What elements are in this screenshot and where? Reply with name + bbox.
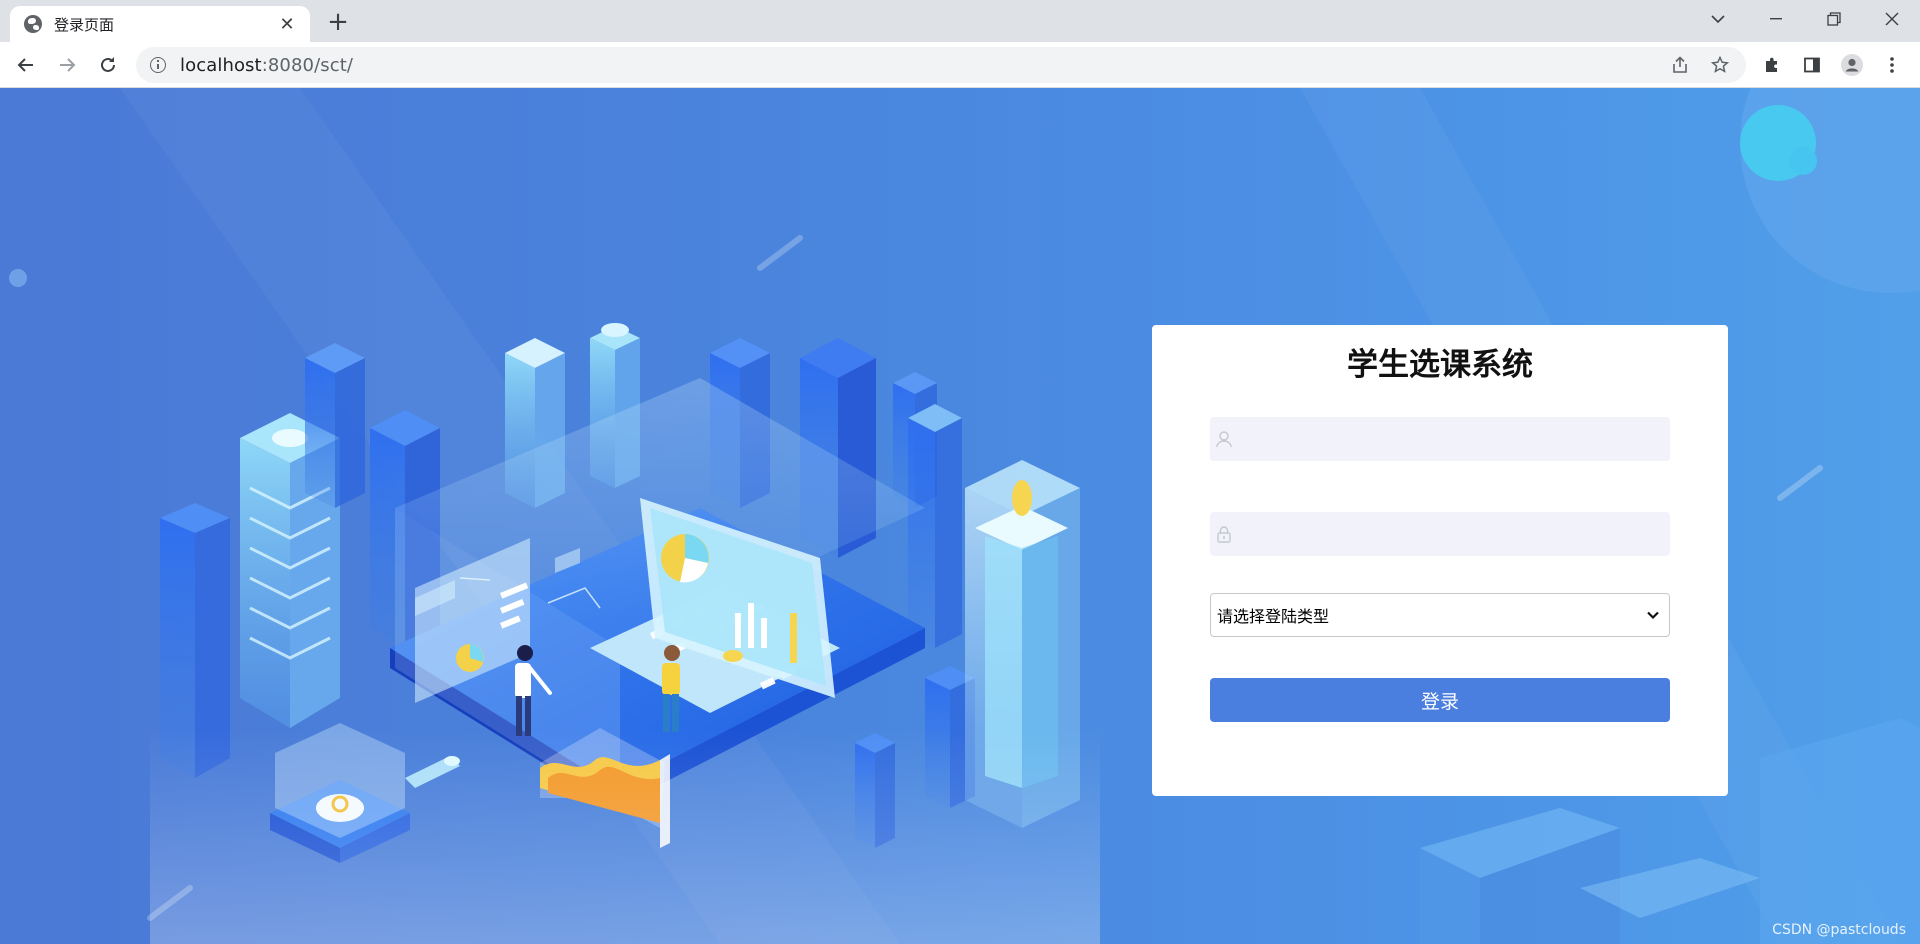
- login-type-select[interactable]: 请选择登陆类型: [1210, 593, 1670, 637]
- tab-close-icon[interactable]: ✕: [276, 13, 298, 35]
- login-page: 学生选课系统 请选择登陆类型 登录 CSDN @pastclouds: [0, 88, 1920, 944]
- kebab-menu-icon: [1890, 57, 1894, 73]
- tab-title: 登录页面: [54, 15, 115, 34]
- minimize-icon: [1770, 18, 1782, 20]
- browser-tab[interactable]: 登录页面 ✕: [10, 6, 310, 42]
- bookmark-button[interactable]: [1702, 47, 1738, 83]
- chevron-down-icon: [1711, 15, 1725, 24]
- restore-icon: [1827, 12, 1841, 26]
- reload-icon: [101, 57, 115, 72]
- share-button[interactable]: [1662, 47, 1698, 83]
- address-bar[interactable]: localhost:8080/sct/: [136, 47, 1746, 83]
- url-text[interactable]: localhost:8080/sct/: [180, 55, 353, 76]
- arrow-right-icon: [60, 58, 76, 72]
- star-icon: [1711, 56, 1729, 73]
- login-button[interactable]: 登录: [1210, 678, 1670, 722]
- chevron-down-icon: [1647, 611, 1659, 620]
- password-input[interactable]: [1240, 512, 1670, 556]
- info-icon[interactable]: [150, 57, 166, 73]
- browser-tab-strip: 登录页面 ✕ +: [0, 0, 1920, 42]
- avatar-icon: [1841, 54, 1863, 76]
- side-panel-icon: [1804, 57, 1820, 73]
- tab-search-button[interactable]: [1690, 0, 1746, 38]
- close-window-button[interactable]: [1864, 0, 1920, 38]
- page-title: 学生选课系统: [1347, 347, 1533, 383]
- username-input[interactable]: [1240, 417, 1670, 461]
- restore-button[interactable]: [1806, 0, 1862, 38]
- login-type-selected: 请选择登陆类型: [1217, 607, 1330, 626]
- arrow-left-icon: [17, 58, 33, 72]
- lock-icon: [1217, 526, 1231, 543]
- new-tab-button[interactable]: +: [324, 8, 352, 36]
- login-card: 学生选课系统 请选择登陆类型 登录: [1152, 325, 1728, 796]
- close-icon: [1885, 12, 1899, 26]
- user-icon: [1216, 431, 1232, 448]
- browser-toolbar: localhost:8080/sct/: [0, 42, 1920, 88]
- username-field[interactable]: [1210, 417, 1670, 461]
- reload-button[interactable]: [92, 49, 124, 81]
- profile-button[interactable]: [1836, 49, 1868, 81]
- forward-button[interactable]: [51, 49, 83, 81]
- minimize-button[interactable]: [1748, 0, 1804, 38]
- menu-button[interactable]: [1876, 49, 1908, 81]
- back-button[interactable]: [10, 49, 42, 81]
- puzzle-icon: [1766, 57, 1777, 72]
- watermark: CSDN @pastclouds: [1772, 922, 1906, 938]
- share-icon: [1673, 56, 1687, 73]
- extensions-button[interactable]: [1756, 49, 1788, 81]
- password-field[interactable]: [1210, 512, 1670, 556]
- globe-icon: [24, 15, 42, 33]
- side-panel-button[interactable]: [1796, 49, 1828, 81]
